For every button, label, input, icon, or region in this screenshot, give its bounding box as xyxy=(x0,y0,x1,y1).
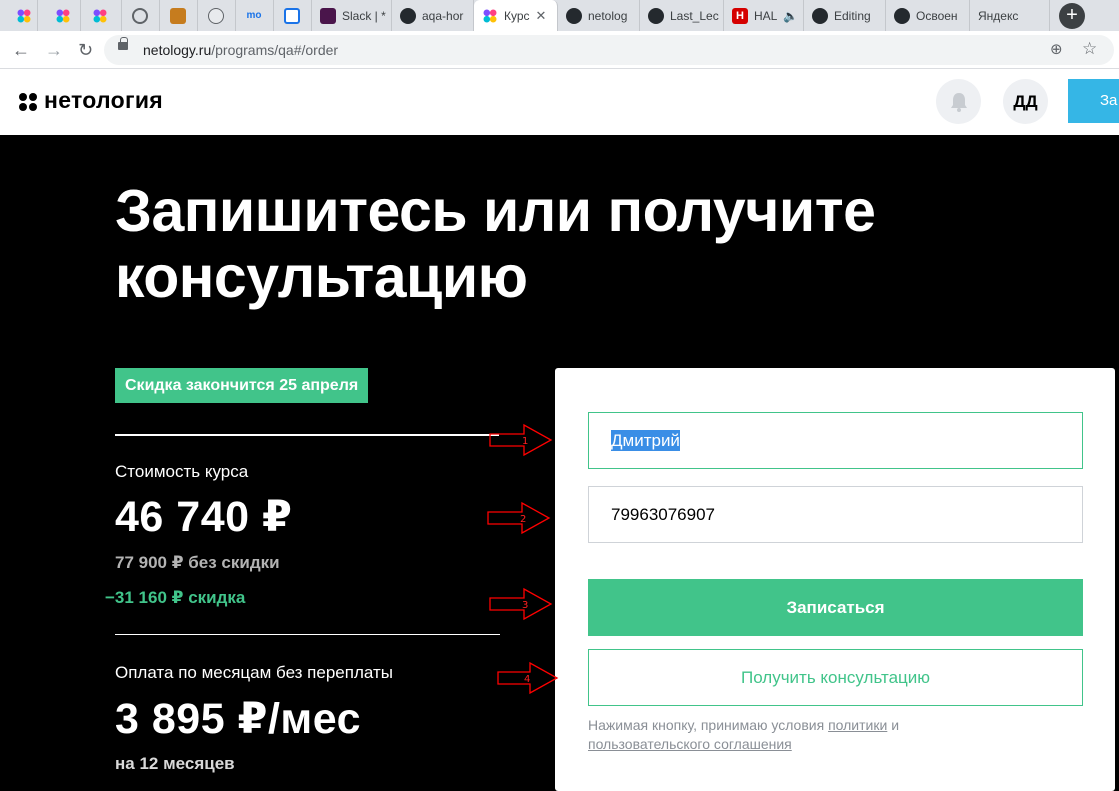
netology-logo-icon[interactable] xyxy=(19,93,37,111)
course-price: 46 740 ₽ xyxy=(115,493,293,541)
tab-github-editing[interactable]: Editing xyxy=(804,0,886,31)
monthly-label: Оплата по месяцам без переплаты xyxy=(115,663,393,682)
tab-yandex[interactable]: Яндекс xyxy=(970,0,1050,31)
mail-icon xyxy=(284,7,300,24)
tab-slack[interactable]: Slack | * xyxy=(312,0,392,31)
annotation-arrow-2: 2 xyxy=(487,501,551,535)
mo-icon: mo xyxy=(246,9,262,21)
tab-label: HAL xyxy=(754,8,778,23)
tab-mail[interactable] xyxy=(276,0,312,31)
annotation-label-1: 1 xyxy=(522,436,528,447)
bell-icon xyxy=(951,93,967,112)
lang-icon xyxy=(208,7,224,24)
tab-github-netology[interactable]: netolog xyxy=(558,0,640,31)
tab-hal[interactable]: H HAL 🔈 xyxy=(724,0,804,31)
github-icon xyxy=(894,7,910,24)
phone-field[interactable]: 79963076907 xyxy=(588,486,1083,543)
slack-icon xyxy=(320,7,336,24)
phone-value: 79963076907 xyxy=(611,505,716,524)
bookmark-star-icon[interactable]: ☆ xyxy=(1082,39,1097,59)
annotation-label-3: 3 xyxy=(522,600,528,611)
consultation-button[interactable]: Получить консультацию xyxy=(588,649,1083,706)
consent-mid: и xyxy=(887,717,900,733)
book-icon xyxy=(170,7,186,24)
divider xyxy=(115,434,499,436)
github-icon xyxy=(400,7,416,24)
consent-prefix: Нажимая кнопку, принимаю условия xyxy=(588,717,829,733)
divider xyxy=(115,634,500,635)
annotation-arrow-4: 4 xyxy=(497,661,559,695)
user-agreement-link[interactable]: пользовательского соглашения xyxy=(588,736,792,752)
tab-label: netolog xyxy=(588,8,628,23)
annotation-arrow-1: 1 xyxy=(489,423,553,457)
tab-label: Освоен xyxy=(916,8,958,23)
github-icon xyxy=(566,7,582,24)
page-title-line1: Запишитесь или получите xyxy=(115,178,876,244)
tab-label: Last_Lec xyxy=(670,8,719,23)
tab-netology-2[interactable] xyxy=(47,0,81,31)
logo-text[interactable]: нетология xyxy=(44,87,163,114)
tab-book[interactable] xyxy=(162,0,198,31)
netology-dots-icon xyxy=(55,7,71,24)
h-icon: H xyxy=(732,7,748,24)
tab-label: Editing xyxy=(834,8,871,23)
close-icon[interactable]: ✕ xyxy=(536,8,547,24)
tab-github-osvoen[interactable]: Освоен xyxy=(886,0,970,31)
github-icon xyxy=(648,7,664,24)
speaker-icon: 🔈 xyxy=(783,8,799,23)
tab-label: Яндекс xyxy=(978,8,1019,23)
signup-button[interactable]: Записаться xyxy=(588,579,1083,636)
consent-text: Нажимая кнопку, принимаю условия политик… xyxy=(588,716,1068,754)
tab-label: aqa-hor xyxy=(422,8,464,23)
page-title: Запишитесь или получите консультацию xyxy=(115,178,995,310)
name-field[interactable]: Дмитрий xyxy=(588,412,1083,469)
reload-icon[interactable]: ↻ xyxy=(78,40,93,61)
tab-netology-3[interactable] xyxy=(84,0,122,31)
annotation-label-2: 2 xyxy=(520,514,526,525)
notifications-button[interactable] xyxy=(936,79,981,124)
cost-label: Стоимость курса xyxy=(115,462,249,481)
tab-globe[interactable] xyxy=(124,0,160,31)
lock-icon xyxy=(118,37,128,50)
old-price: 77 900 ₽ без скидки xyxy=(115,553,280,572)
annotation-arrow-3: 3 xyxy=(489,587,553,621)
monthly-term: на 12 месяцев xyxy=(115,754,235,773)
discount-amount: −31 160 ₽ скидка xyxy=(105,588,246,607)
netology-dots-icon xyxy=(482,7,498,24)
annotation-label-4: 4 xyxy=(524,674,530,685)
tab-lang[interactable] xyxy=(200,0,236,31)
tab-label: Slack | * xyxy=(342,8,386,23)
discount-badge: Скидка закончится 25 апреля xyxy=(115,368,369,403)
url-host: netology.ru xyxy=(143,42,212,58)
url-path: /programs/qa#/order xyxy=(211,42,339,58)
site-header: нетология ДД За xyxy=(0,69,1119,135)
tab-label: Курс xyxy=(504,8,530,23)
browser-tab-strip: mo Slack | * aqa-hor Курс ✕ netolog Last_… xyxy=(0,0,1119,31)
github-icon xyxy=(812,7,828,24)
globe-icon xyxy=(132,7,148,24)
tab-mo[interactable]: mo xyxy=(238,0,274,31)
tab-kurs-active[interactable]: Курс ✕ xyxy=(474,0,558,31)
netology-dots-icon xyxy=(92,7,108,24)
url-text[interactable]: netology.ru/programs/qa#/order xyxy=(143,42,338,58)
name-value: Дмитрий xyxy=(611,430,680,451)
monthly-price: 3 895 ₽/мес xyxy=(115,695,361,743)
back-arrow-icon[interactable]: ← xyxy=(12,40,30,61)
tab-github-lastlec[interactable]: Last_Lec xyxy=(640,0,724,31)
tab-netology-1[interactable] xyxy=(8,0,38,31)
header-signup-button[interactable]: За xyxy=(1068,79,1119,123)
policy-link[interactable]: политики xyxy=(828,717,887,733)
forward-arrow-icon[interactable]: → xyxy=(45,40,63,61)
page-title-line2: консультацию xyxy=(115,244,528,310)
avatar[interactable]: ДД xyxy=(1003,79,1048,124)
tab-github-aqa[interactable]: aqa-hor xyxy=(392,0,474,31)
netology-dots-icon xyxy=(16,7,32,24)
zoom-icon[interactable]: ⊕ xyxy=(1050,40,1063,58)
new-tab-button[interactable]: + xyxy=(1059,3,1085,29)
